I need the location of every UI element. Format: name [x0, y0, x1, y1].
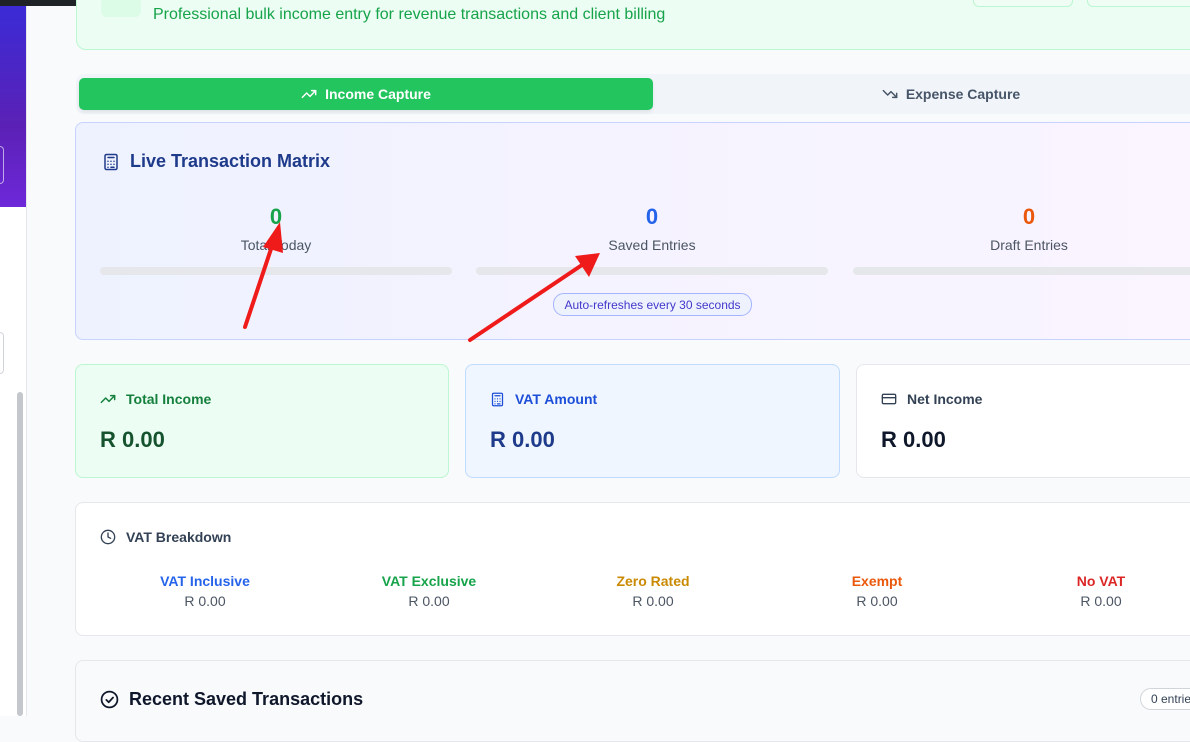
live-transaction-matrix: Live Transaction Matrix 0 Total Today 0 …	[75, 122, 1190, 340]
stat-progress-bar	[100, 267, 452, 275]
page-subtitle: Professional bulk income entry for reven…	[153, 6, 666, 23]
clock-icon	[100, 529, 116, 545]
calculator-icon	[102, 153, 120, 171]
vat-item-inclusive: VAT Inclusive R 0.00	[125, 573, 285, 609]
card-header: VAT Amount	[490, 391, 597, 407]
matrix-title: Live Transaction Matrix	[102, 151, 330, 172]
header-action-button[interactable]	[1087, 0, 1190, 7]
vat-item-exclusive: VAT Exclusive R 0.00	[349, 573, 509, 609]
header-action-button[interactable]	[973, 0, 1073, 7]
vat-amount-value: R 0.00	[490, 427, 555, 452]
page-header-card: Professional bulk income entry for reven…	[76, 0, 1190, 50]
recent-transactions-header: Recent Saved Transactions	[100, 689, 363, 710]
trending-down-icon	[882, 86, 898, 102]
stat-label: Saved Entries	[608, 237, 696, 253]
sidebar-scrollbar[interactable]	[17, 392, 23, 716]
vat-item-exempt: Exempt R 0.00	[797, 573, 957, 609]
card-label: VAT Amount	[515, 391, 598, 407]
header-icon-badge	[101, 0, 141, 17]
tab-label: Expense Capture	[905, 86, 1021, 102]
stat-draft-entries: 0 Draft Entries	[853, 203, 1190, 253]
vat-item-value: R 0.00	[408, 593, 450, 609]
trending-up-icon	[100, 391, 116, 407]
vat-breakdown-title: VAT Breakdown	[126, 529, 232, 545]
stat-label: Total Today	[240, 237, 312, 253]
vat-breakdown-header: VAT Breakdown	[100, 529, 231, 545]
vat-item-value: R 0.00	[1080, 593, 1122, 609]
sidebar-header-gradient	[0, 6, 26, 207]
card-label: Total Income	[126, 391, 212, 407]
credit-card-icon	[881, 391, 897, 407]
vat-item-value: R 0.00	[856, 593, 898, 609]
vat-item-label: Zero Rated	[616, 573, 690, 589]
auto-refresh-badge: Auto-refreshes every 30 seconds	[553, 293, 752, 316]
vat-item-no-vat: No VAT R 0.00	[1021, 573, 1181, 609]
vat-amount-card: VAT Amount R 0.00	[465, 364, 840, 478]
total-income-card: Total Income R 0.00	[75, 364, 449, 478]
card-header: Total Income	[100, 391, 211, 407]
total-income-value: R 0.00	[100, 427, 165, 452]
vat-item-zero-rated: Zero Rated R 0.00	[573, 573, 733, 609]
stat-progress-bar	[476, 267, 828, 275]
vat-item-label: VAT Exclusive	[381, 573, 477, 589]
tab-expense-capture[interactable]: Expense Capture	[656, 78, 1190, 110]
sidebar-collapsed-item[interactable]	[0, 146, 4, 184]
matrix-title-text: Live Transaction Matrix	[130, 151, 331, 171]
calculator-icon	[490, 392, 505, 407]
vat-item-value: R 0.00	[184, 593, 226, 609]
capture-tabs: Income Capture Expense Capture	[76, 74, 1190, 114]
stat-total-today: 0 Total Today	[100, 203, 452, 253]
stat-value: 0	[645, 204, 659, 229]
vat-item-label: Exempt	[851, 573, 903, 589]
recent-transactions-title: Recent Saved Transactions	[129, 689, 364, 709]
stat-saved-entries: 0 Saved Entries	[476, 203, 828, 253]
stat-value: 0	[1022, 204, 1036, 229]
entries-count-badge: 0 entries	[1140, 688, 1190, 710]
stat-label: Draft Entries	[990, 237, 1068, 253]
vat-item-value: R 0.00	[632, 593, 674, 609]
tab-label: Income Capture	[325, 86, 431, 102]
vat-item-label: No VAT	[1076, 573, 1126, 589]
check-circle-icon	[100, 690, 119, 709]
recent-transactions-panel: Recent Saved Transactions 0 entries	[75, 660, 1190, 742]
tab-income-capture[interactable]: Income Capture	[79, 78, 653, 110]
sidebar	[0, 6, 27, 716]
stat-value: 0	[269, 204, 283, 229]
net-income-value: R 0.00	[881, 427, 946, 452]
stat-progress-bar	[853, 267, 1190, 275]
vat-item-label: VAT Inclusive	[160, 573, 250, 589]
sidebar-collapsed-item[interactable]	[0, 332, 4, 374]
trending-up-icon	[301, 86, 317, 102]
card-label: Net Income	[907, 391, 983, 407]
card-header: Net Income	[881, 391, 982, 407]
vat-breakdown-panel: VAT Breakdown VAT Inclusive R 0.00 VAT E…	[75, 502, 1190, 636]
net-income-card: Net Income R 0.00	[856, 364, 1190, 478]
